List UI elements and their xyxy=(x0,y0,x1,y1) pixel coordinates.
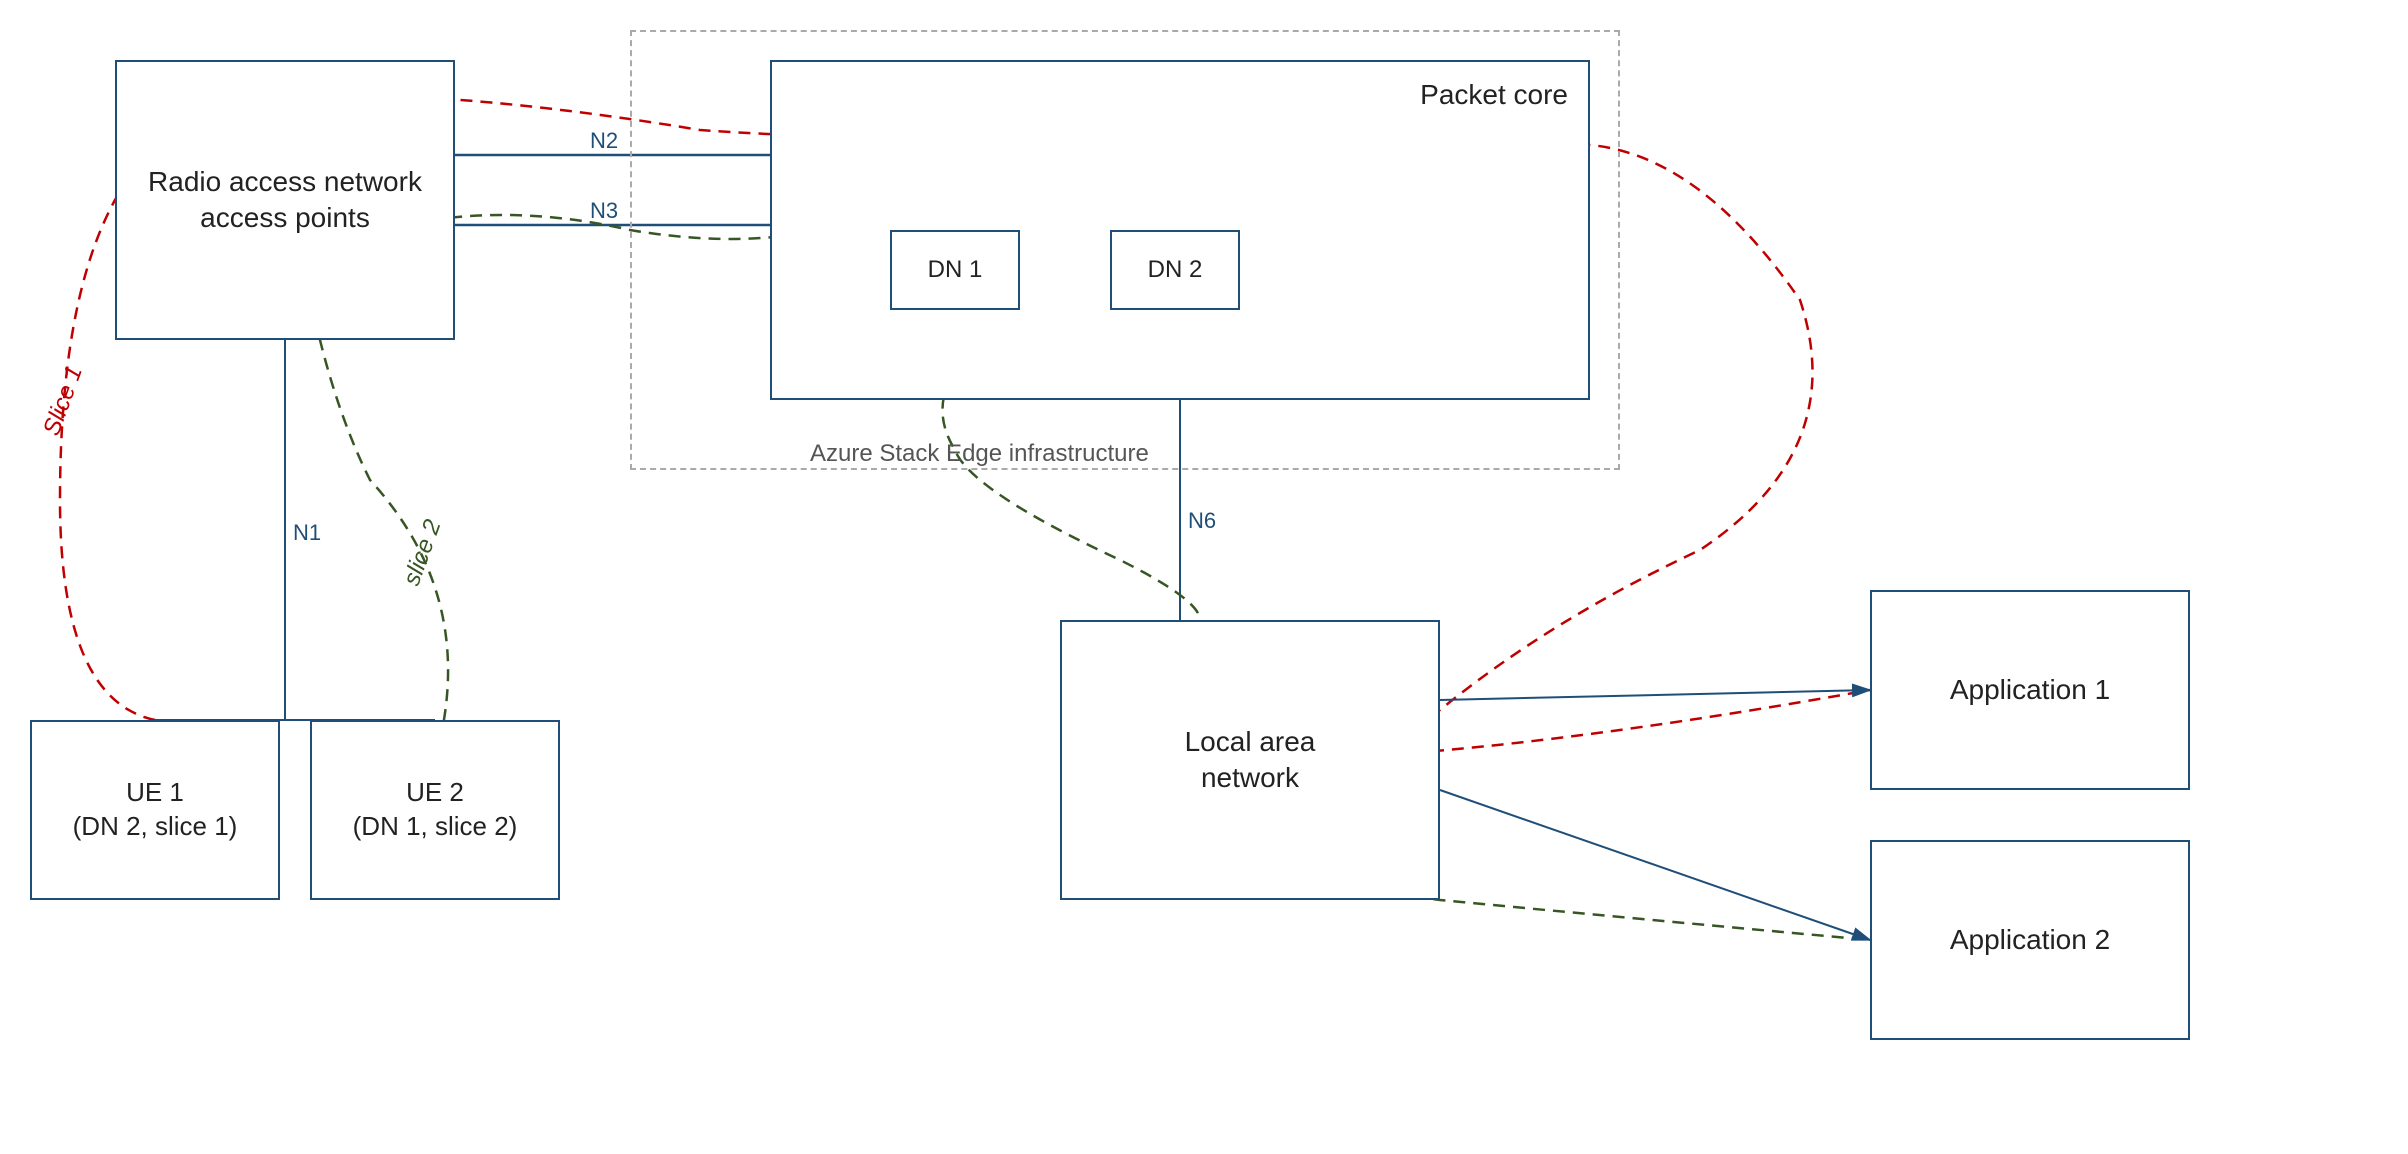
app2-label: Application 2 xyxy=(1950,922,2110,958)
app1-label: Application 1 xyxy=(1950,672,2110,708)
lan-label: Local areanetwork xyxy=(1185,724,1316,797)
dn2-box: DN 2 xyxy=(1110,230,1240,310)
ue2-box: UE 2(DN 1, slice 2) xyxy=(310,720,560,900)
ran-box: Radio access network access points xyxy=(115,60,455,340)
dn2-label: DN 2 xyxy=(1148,254,1203,285)
ue2-label: UE 2(DN 1, slice 2) xyxy=(353,776,518,844)
app1-box: Application 1 xyxy=(1870,590,2190,790)
n1-label: N1 xyxy=(293,520,321,546)
n6-label: N6 xyxy=(1188,508,1216,534)
n3-label: N3 xyxy=(590,198,618,224)
n2-label: N2 xyxy=(590,128,618,154)
dn1-box: DN 1 xyxy=(890,230,1020,310)
lan-box: Local areanetwork xyxy=(1060,620,1440,900)
ran-label: Radio access network access points xyxy=(117,164,453,237)
packet-core-label: Packet core xyxy=(1420,77,1568,113)
ue1-label: UE 1(DN 2, slice 1) xyxy=(73,776,238,844)
azure-infra-label: Azure Stack Edge infrastructure xyxy=(810,440,1149,468)
ue1-box: UE 1(DN 2, slice 1) xyxy=(30,720,280,900)
dn1-label: DN 1 xyxy=(928,254,983,285)
app2-box: Application 2 xyxy=(1870,840,2190,1040)
